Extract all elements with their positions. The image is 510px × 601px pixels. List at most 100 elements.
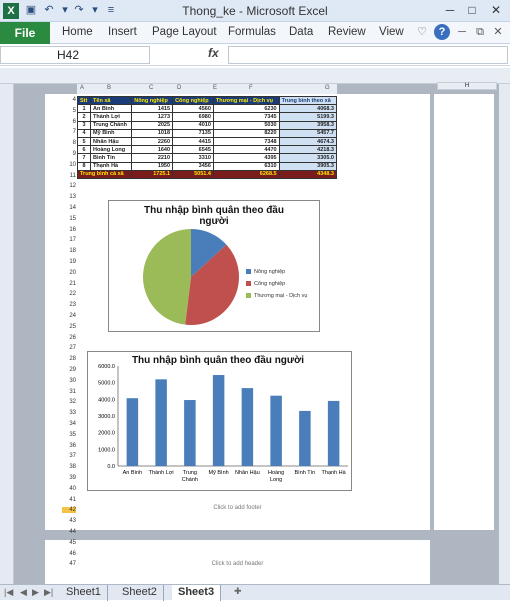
table-cell[interactable]: 4674.3 (278, 136, 338, 147)
table-cell[interactable]: 1950 (131, 161, 174, 171)
row-number[interactable]: 24 (62, 313, 76, 319)
row-number[interactable]: 36 (62, 443, 76, 449)
header-cell[interactable]: Nông nghiệp (131, 95, 174, 106)
table-cell[interactable]: 3305.0 (278, 153, 338, 163)
bar-chart[interactable]: Thu nhập bình quân theo đầu người 0.0 100… (87, 351, 352, 491)
table-cell[interactable]: An Bình (90, 104, 133, 114)
table-cell[interactable]: 5 (76, 136, 92, 147)
row-number[interactable]: 20 (62, 270, 76, 276)
avg-label-cell[interactable]: Trung bình cả xã (76, 169, 133, 179)
row-number[interactable]: 27 (62, 345, 76, 351)
table-cell[interactable]: 1 (76, 104, 92, 114)
first-sheet-icon[interactable]: |◀ (4, 587, 13, 598)
table-cell[interactable]: Thành Lợi (90, 112, 133, 122)
row-number[interactable]: 45 (62, 540, 76, 546)
row-number[interactable]: 40 (62, 486, 76, 492)
row-number[interactable]: 43 (62, 518, 76, 524)
table-cell[interactable]: 7135 (172, 128, 214, 138)
table-cell[interactable]: 5457.7 (278, 128, 338, 138)
row-number[interactable]: 44 (62, 529, 76, 535)
vertical-scrollbar[interactable] (499, 84, 510, 584)
row-number[interactable]: 33 (62, 410, 76, 416)
bar[interactable] (126, 398, 139, 466)
row-number[interactable]: 35 (62, 432, 76, 438)
table-cell[interactable]: 4395 (212, 153, 280, 163)
row-number[interactable]: 6 (62, 119, 76, 125)
help-icon[interactable]: ? (434, 24, 450, 40)
maximize-button[interactable]: □ (462, 1, 482, 19)
tab-data[interactable]: Data (289, 26, 313, 38)
table-cell[interactable]: 4470 (212, 145, 280, 155)
col-a[interactable]: A (80, 85, 84, 91)
row-number[interactable]: 5 (62, 108, 76, 114)
close-button[interactable]: ✕ (486, 1, 506, 19)
tab-review[interactable]: Review (328, 26, 366, 38)
avg-cell[interactable]: 5051.4 (172, 169, 214, 179)
tab-page-layout[interactable]: Page Layout (152, 26, 217, 38)
window-minimize-icon[interactable]: ─ (454, 24, 470, 40)
table-cell[interactable]: 3310 (172, 153, 214, 163)
table-cell[interactable]: 7 (76, 153, 92, 163)
table-cell[interactable]: Mỹ Bình (90, 128, 133, 138)
row-number[interactable]: 28 (62, 356, 76, 362)
table-cell[interactable]: 2260 (131, 136, 174, 147)
table-cell[interactable]: 3 (76, 120, 92, 130)
col-d[interactable]: D (177, 85, 181, 91)
row-number[interactable]: 31 (62, 389, 76, 395)
bar[interactable] (212, 375, 225, 466)
row-number[interactable]: 30 (62, 378, 76, 384)
fx-icon[interactable]: fx (208, 46, 219, 60)
name-box[interactable]: H42 (0, 46, 150, 64)
table-cell[interactable]: 8220 (212, 128, 280, 138)
table-cell[interactable]: 3456 (172, 161, 214, 171)
table-cell[interactable]: Bình Tín (90, 153, 133, 163)
tab-sheet1[interactable]: Sheet1 (60, 585, 108, 601)
table-cell[interactable]: 4218.3 (278, 145, 338, 155)
row-number[interactable]: 34 (62, 421, 76, 427)
table-cell[interactable]: Thạnh Hà (90, 161, 133, 171)
row-number[interactable]: 10 (62, 162, 76, 168)
table-cell[interactable]: 2025 (131, 120, 174, 130)
bar[interactable] (299, 410, 311, 466)
row-number[interactable]: 17 (62, 237, 76, 243)
bar[interactable] (270, 395, 282, 466)
row-number[interactable]: 25 (62, 324, 76, 330)
formula-input[interactable] (228, 46, 508, 64)
table-cell[interactable]: 4415 (172, 136, 214, 147)
last-sheet-icon[interactable]: ▶| (44, 587, 53, 598)
bar[interactable] (184, 400, 196, 466)
table-cell[interactable]: 8 (76, 161, 92, 171)
col-b[interactable]: B (107, 85, 111, 91)
table-cell[interactable]: 2 (76, 112, 92, 122)
table-cell[interactable]: 4068.3 (278, 104, 338, 114)
footer-placeholder[interactable]: Click to add footer (45, 505, 430, 511)
table-cell[interactable]: Nhân Hậu (90, 136, 133, 147)
table-cell[interactable]: 4560 (172, 104, 214, 114)
row-number[interactable]: 7 (62, 129, 76, 135)
next-sheet-icon[interactable]: ▶ (32, 587, 39, 598)
table-cell[interactable]: 1273 (131, 112, 174, 122)
row-number[interactable]: 41 (62, 497, 76, 503)
minimize-button[interactable]: ─ (440, 1, 460, 19)
row-number[interactable]: 15 (62, 216, 76, 222)
tab-sheet3[interactable]: Sheet3 (172, 585, 222, 601)
row-number[interactable]: 46 (62, 551, 76, 557)
header-cell[interactable]: Thương mại - Dịch vụ (212, 95, 280, 106)
row-number[interactable]: 37 (62, 453, 76, 459)
table-cell[interactable]: 6 (76, 145, 92, 155)
bar[interactable] (327, 400, 340, 466)
table-cell[interactable]: 5199.3 (278, 112, 338, 122)
table-cell[interactable]: 1018 (131, 128, 174, 138)
row-number[interactable]: 23 (62, 302, 76, 308)
pie-slice[interactable] (143, 229, 191, 325)
tab-view[interactable]: View (379, 26, 404, 38)
row-number[interactable]: 39 (62, 475, 76, 481)
header-cell[interactable]: Tên xã (90, 95, 133, 106)
table-cell[interactable]: 4010 (172, 120, 214, 130)
table-cell[interactable]: 6310 (212, 161, 280, 171)
avg-cell[interactable]: 4348.3 (278, 169, 338, 179)
col-e[interactable]: E (213, 85, 217, 91)
header-cell[interactable]: Trung bình theo xã (278, 95, 338, 106)
table-cell[interactable]: 7348 (212, 136, 280, 147)
avg-cell[interactable]: 1725.1 (131, 169, 174, 179)
